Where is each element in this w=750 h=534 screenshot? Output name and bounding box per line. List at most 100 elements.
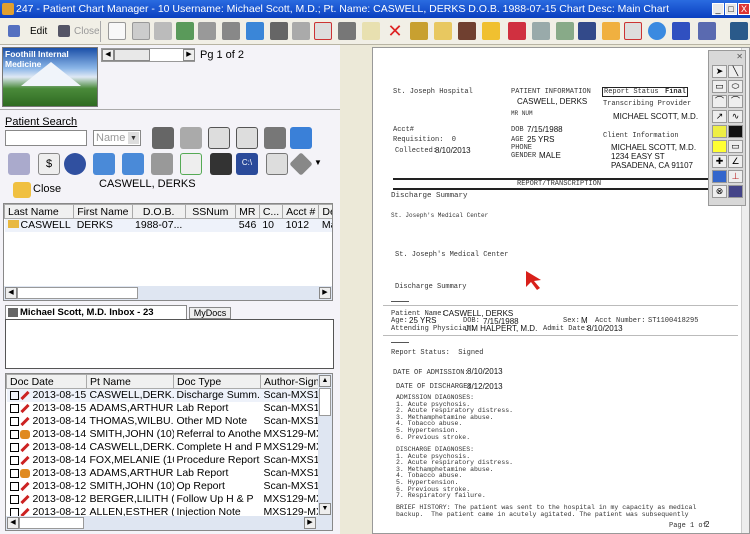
lock-icon[interactable]	[410, 22, 428, 40]
toolbox-close-icon[interactable]: ✕	[736, 52, 743, 61]
row-checkbox[interactable]	[9, 403, 19, 413]
row-checkbox[interactable]	[9, 468, 19, 478]
refresh-icon[interactable]	[246, 22, 264, 40]
row-checkbox[interactable]	[9, 455, 19, 465]
col-c[interactable]: C...	[258, 204, 284, 219]
scroll-thumb[interactable]	[19, 517, 84, 529]
checklist-icon[interactable]	[314, 22, 332, 40]
col-dob[interactable]: D.O.B.	[131, 204, 186, 219]
row-checkbox[interactable]	[9, 390, 19, 400]
notebook-icon[interactable]	[264, 127, 286, 149]
ruler-tool-icon[interactable]: ▭	[728, 140, 743, 153]
row-checkbox[interactable]	[9, 429, 19, 439]
copy-icon[interactable]	[292, 22, 310, 40]
recycle-icon[interactable]	[176, 22, 194, 40]
close-button[interactable]: Close	[74, 26, 100, 37]
page-scrollbar[interactable]: ◀	[101, 48, 195, 62]
puzzle-tool-icon[interactable]	[712, 170, 727, 183]
col-first-name[interactable]: First Name	[73, 204, 133, 219]
table-row[interactable]: 2013-08-15 CASWELL,DERK... Discharge Summ.…	[6, 388, 320, 402]
row-checkbox[interactable]	[9, 442, 19, 452]
search-type-select[interactable]: Name ▼	[93, 130, 141, 146]
print-icon[interactable]	[154, 22, 172, 40]
connect-icon[interactable]	[698, 22, 716, 40]
maximize-button[interactable]: □	[725, 3, 737, 15]
clipboard-check-icon[interactable]	[208, 127, 230, 149]
image-icon[interactable]	[578, 22, 596, 40]
table-row[interactable]: 2013-08-14 SMITH,JOHN (10) Referral to Ano…	[7, 428, 320, 441]
edit-button[interactable]: Edit	[30, 26, 47, 37]
calendar-clock-icon[interactable]	[151, 153, 173, 175]
table-row[interactable]: 2013-08-14 THOMAS,WILBU... Other MD Note Sc…	[7, 415, 320, 428]
col-acct[interactable]: Acct #	[282, 204, 320, 219]
grid-icon[interactable]	[266, 153, 288, 175]
close-folder-icon[interactable]	[13, 182, 31, 198]
printer-icon[interactable]	[222, 22, 240, 40]
alert-folder-icon[interactable]	[482, 22, 500, 40]
freeform-shape-tool-icon[interactable]: ⌒	[728, 95, 743, 108]
row-checkbox[interactable]	[9, 481, 19, 491]
mail-icon[interactable]	[602, 22, 620, 40]
save-annotations-icon[interactable]	[728, 185, 743, 198]
billing-icon[interactable]: $	[38, 153, 60, 175]
folder-search-icon[interactable]	[180, 127, 202, 149]
scroll-thumb[interactable]	[319, 388, 331, 416]
delete-icon[interactable]: ✕	[386, 22, 404, 40]
command-icon[interactable]: C:\	[236, 153, 258, 175]
scroll-thumb[interactable]	[114, 49, 150, 61]
document-table-vscroll[interactable]: ▲ ▼	[318, 374, 332, 516]
col-mr[interactable]: MR	[234, 204, 260, 219]
rectangle-tool-icon[interactable]: ▭	[712, 80, 727, 93]
ellipse-tool-icon[interactable]: ⬭	[728, 80, 743, 93]
close-patient-button[interactable]: Close	[33, 183, 61, 195]
marker-icon[interactable]	[556, 22, 574, 40]
angle-tool-icon[interactable]: ∠	[728, 155, 743, 168]
col-last-name[interactable]: Last Name	[4, 204, 75, 219]
fax-icon[interactable]	[198, 22, 216, 40]
xray-icon[interactable]	[210, 153, 232, 175]
document-table-hscroll[interactable]: ◀ ▶	[6, 516, 332, 530]
crosshair-tool-icon[interactable]: ✚	[712, 155, 727, 168]
sticky-note-tool-icon[interactable]	[712, 140, 727, 153]
col-desc[interactable]: Desc	[318, 204, 332, 219]
stamp-tool-icon[interactable]: ⊥	[728, 170, 743, 183]
schedule-icon[interactable]	[290, 127, 312, 149]
scroll-left-icon[interactable]: ◀	[102, 49, 114, 61]
highlighter-tool-icon[interactable]	[712, 125, 727, 138]
freehand-tool-icon[interactable]: ∿	[728, 110, 743, 123]
signature-icon[interactable]	[672, 22, 690, 40]
patient-table-hscroll[interactable]: ◀ ▶	[4, 286, 332, 300]
minimize-button[interactable]: _	[712, 3, 724, 15]
pen-icon[interactable]	[458, 22, 476, 40]
table-row[interactable]: 2013-08-15ADAMS,ARTHUR ...Lab ReportScan…	[7, 402, 320, 415]
calendar-check-icon[interactable]	[624, 22, 642, 40]
table-row[interactable]: 2013-08-12 SMITH,JOHN (10) Op Report Scan-M…	[7, 480, 320, 493]
scan-icon[interactable]	[532, 22, 550, 40]
pointer-tool-icon[interactable]: ➤	[712, 65, 727, 78]
book-icon[interactable]	[508, 22, 526, 40]
browser-icon[interactable]	[648, 22, 666, 40]
sign-icon[interactable]	[362, 22, 380, 40]
table-row[interactable]: 2013-08-13ADAMS,ARTHUR ...Lab ReportScan…	[7, 467, 320, 480]
table-row[interactable]: 2013-08-12BERGER,LILITH (...Follow Up H …	[7, 493, 320, 506]
globe-icon[interactable]	[434, 22, 452, 40]
table-row[interactable]: 2013-08-14 FOX,MELANIE (10) Procedure Repo…	[7, 454, 320, 467]
info-icon[interactable]	[289, 152, 313, 176]
exit-icon[interactable]	[730, 22, 748, 40]
patient-edit-icon[interactable]	[152, 127, 174, 149]
ekg-icon[interactable]	[180, 153, 202, 175]
col-author[interactable]: Author-Signor	[260, 374, 329, 389]
document-icon[interactable]	[132, 22, 150, 40]
col-doc-type[interactable]: Doc Type	[173, 374, 261, 389]
new-document-icon[interactable]	[108, 22, 126, 40]
table-row[interactable]: 2013-08-14 CASWELL,DERK... Complete H and …	[7, 441, 320, 454]
settings-tool-icon[interactable]: ⊗	[712, 185, 727, 198]
patient-search-input[interactable]	[5, 130, 87, 146]
scroll-right-icon[interactable]: ▶	[183, 49, 195, 61]
polygon-tool-icon[interactable]: ⌒	[712, 95, 727, 108]
contact-icon[interactable]	[270, 22, 288, 40]
close-window-button[interactable]: X	[738, 3, 750, 15]
scroll-thumb[interactable]	[17, 287, 138, 299]
row-checkbox[interactable]	[9, 416, 19, 426]
clipboard-list-icon[interactable]	[236, 127, 258, 149]
